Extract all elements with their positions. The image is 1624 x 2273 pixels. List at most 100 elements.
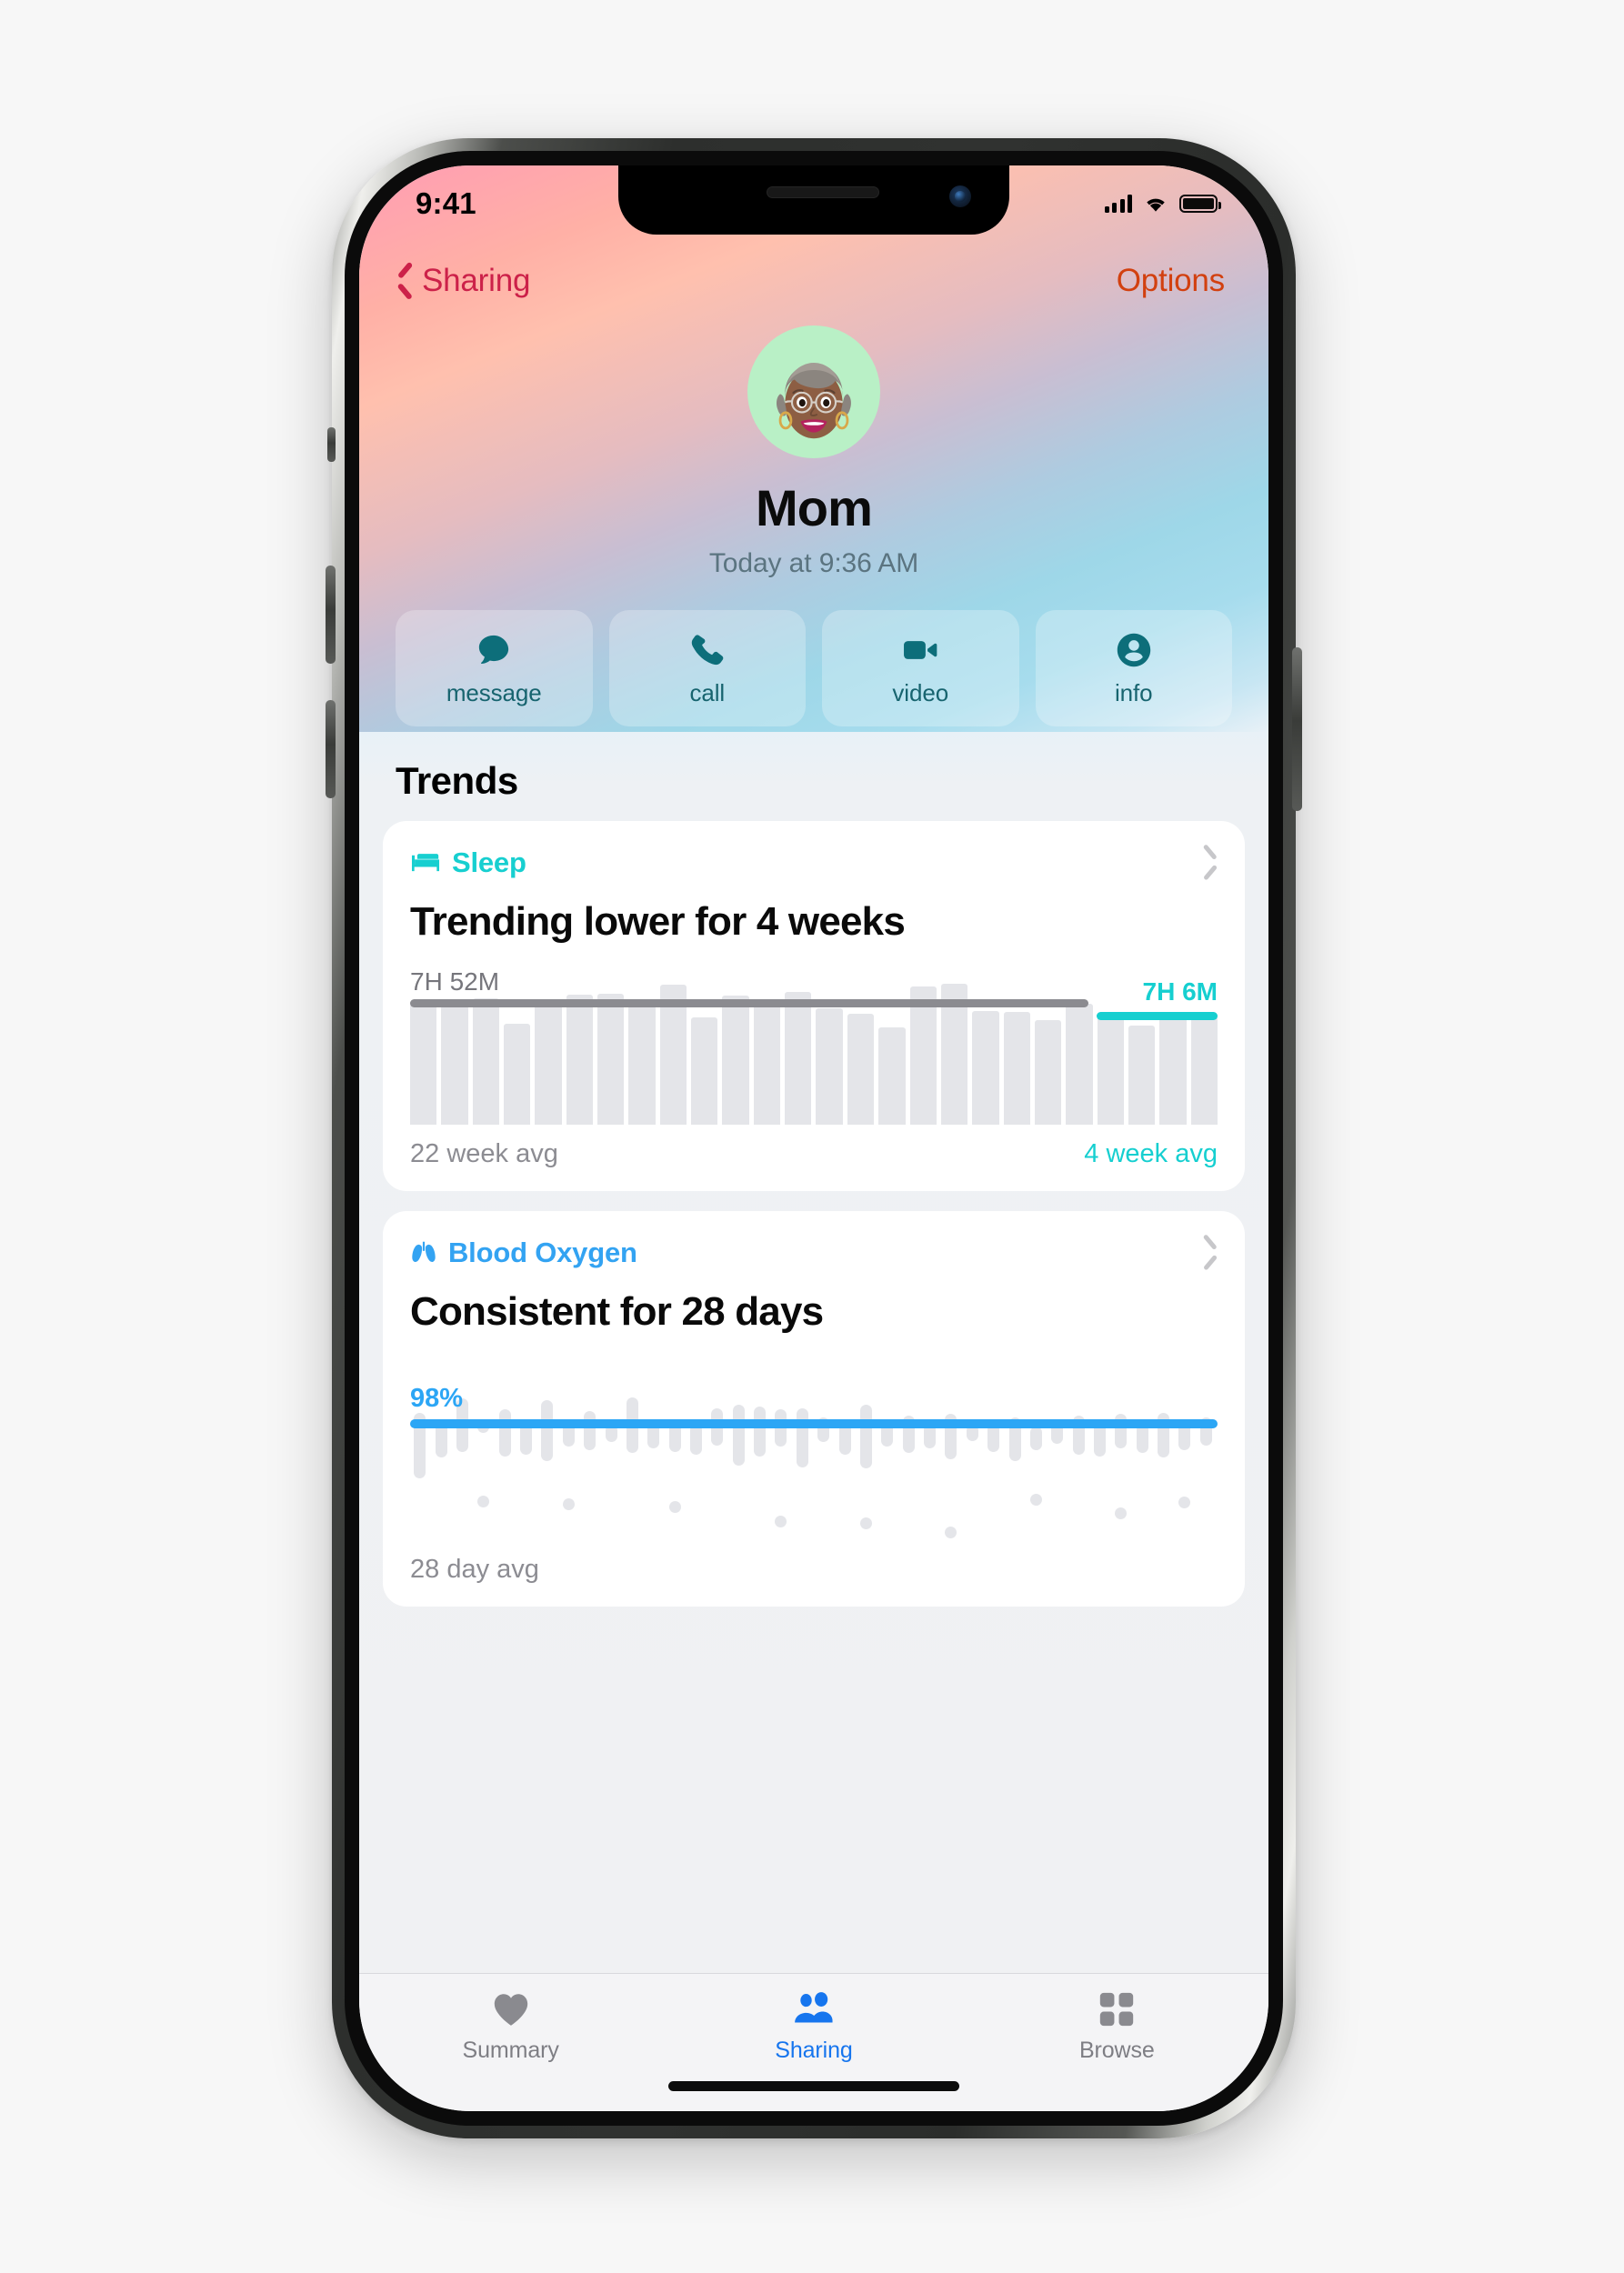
status-time: 9:41 [416,186,476,220]
spo2-range-bar [754,1406,767,1457]
avatar[interactable] [747,325,880,458]
spo2-outlier-dot [859,1517,872,1529]
navigation-bar: Sharing Options [359,235,1268,311]
tab-summary[interactable]: Summary [359,1988,662,2064]
chevron-right-icon[interactable] [1203,849,1218,876]
spo2-range-bar [796,1407,808,1467]
chevron-left-icon [397,267,413,295]
tab-browse[interactable]: Browse [966,1988,1268,2064]
sleep-bar [1034,1019,1062,1125]
tab-browse-label: Browse [1078,2038,1155,2063]
spo2-baseline-label: 98% [410,1383,464,1413]
trend-card-blood-oxygen[interactable]: Blood Oxygen Consistent for 28 days 98% … [383,1211,1245,1607]
heart-icon [492,1988,530,2030]
front-camera-icon [949,185,971,207]
sleep-bar [847,1013,875,1125]
spo2-range-bar [775,1409,787,1447]
spo2-outlier-dot [1115,1507,1128,1520]
bed-icon [411,854,440,872]
spo2-foot-left: 28 day avg [410,1555,539,1584]
spo2-metric-label: Blood Oxygen [448,1237,637,1268]
sleep-baseline-avg-line [410,999,1089,1008]
video-button[interactable]: video [822,610,1019,726]
spo2-range-bar [498,1409,511,1457]
sleep-metric-label: Sleep [452,846,526,878]
screenshot-stage: 9:41 Sharing Options Mom Today at 9:36 A… [0,0,1624,2273]
sleep-bar [816,1007,843,1125]
wifi-icon [1147,198,1165,212]
sleep-card-title: Trending lower for 4 weeks [410,899,906,944]
spo2-range-bar [732,1405,745,1466]
health-app: 9:41 Sharing Options Mom Today at 9:36 A… [359,165,1268,2111]
video-camera-icon [900,629,940,671]
sleep-bar [691,1017,718,1125]
sleep-trend-chart: 7H 52M 7H 6M [410,967,1218,1125]
spo2-outlier-dot [775,1515,787,1527]
call-button-label: call [689,679,726,706]
sleep-bar [753,1004,781,1125]
home-indicator[interactable] [668,2081,959,2091]
back-button[interactable]: Sharing [397,263,530,299]
sleep-bar-series [410,972,1218,1125]
sleep-bar [1066,1003,1093,1125]
volume-down-button[interactable] [326,700,336,798]
page-title: Mom [756,479,873,536]
spo2-range-bar [859,1405,872,1469]
spo2-average-line [410,1418,1218,1428]
sleep-bar [441,1005,468,1125]
sleep-bar [1003,1012,1030,1125]
call-button[interactable]: call [608,610,806,726]
sleep-metric-group: Sleep [410,846,526,879]
iphone-device-frame: 9:41 Sharing Options Mom Today at 9:36 A… [326,138,1302,2138]
sleep-bar [628,1006,656,1125]
spo2-outlier-dot [945,1526,957,1538]
tab-sharing[interactable]: Sharing [662,1988,965,2064]
person-circle-icon [1115,629,1153,671]
memoji-avatar [777,363,851,439]
two-people-icon [793,1988,835,2030]
trends-scroll-area[interactable]: Trends Sleep Trending lower for 4 weeks … [359,732,1268,1973]
sleep-bar [1128,1025,1156,1125]
spo2-outlier-dot [1029,1493,1042,1506]
spo2-card-header[interactable]: Blood Oxygen [410,1237,1218,1269]
spo2-range-bar [689,1423,702,1455]
chevron-right-icon[interactable] [1203,1239,1218,1267]
trend-card-sleep[interactable]: Sleep Trending lower for 4 weeks 7H 52M … [383,821,1245,1191]
volume-up-button[interactable] [326,566,336,664]
power-button[interactable] [1292,647,1302,811]
message-button-label: message [446,679,542,706]
sleep-bar [566,994,594,1125]
sleep-bar [535,1000,562,1125]
sleep-bar [472,997,500,1125]
spo2-trend-chart: 98% [410,1384,1218,1542]
sleep-bar [504,1023,531,1125]
spo2-range-series [410,1389,1218,1542]
device-notch [618,165,1009,235]
tab-summary-label: Summary [462,2038,559,2063]
earpiece-speaker-icon [767,186,879,198]
cellular-signal-icon [1104,195,1132,213]
phone-icon [688,629,727,671]
trends-heading: Trends [396,759,518,802]
message-button[interactable]: message [396,610,593,726]
lungs-icon [412,1241,436,1262]
spo2-outlier-dot [477,1495,490,1507]
sleep-chart-footer: 22 week avg 4 week avg [410,1139,1218,1169]
sleep-card-header[interactable]: Sleep [410,846,1218,879]
last-updated-text: Today at 9:36 AM [708,548,919,578]
sleep-bar [597,993,625,1125]
sleep-baseline-label: 7H 52M [410,966,500,996]
sleep-bar [1097,1012,1124,1125]
spo2-range-bar [584,1411,596,1450]
sleep-recent-avg-line [1096,1011,1218,1020]
ringer-switch[interactable] [327,427,336,462]
sleep-bar [722,996,749,1125]
spo2-range-bar [1029,1427,1042,1450]
info-button[interactable]: info [1035,610,1232,726]
battery-full-icon [1179,195,1221,213]
sleep-foot-left: 22 week avg [410,1139,558,1168]
sleep-bar [878,1027,906,1125]
profile-block: Mom Today at 9:36 AM [359,311,1268,579]
message-bubble-icon [474,629,514,671]
options-button[interactable]: Options [1117,263,1225,299]
